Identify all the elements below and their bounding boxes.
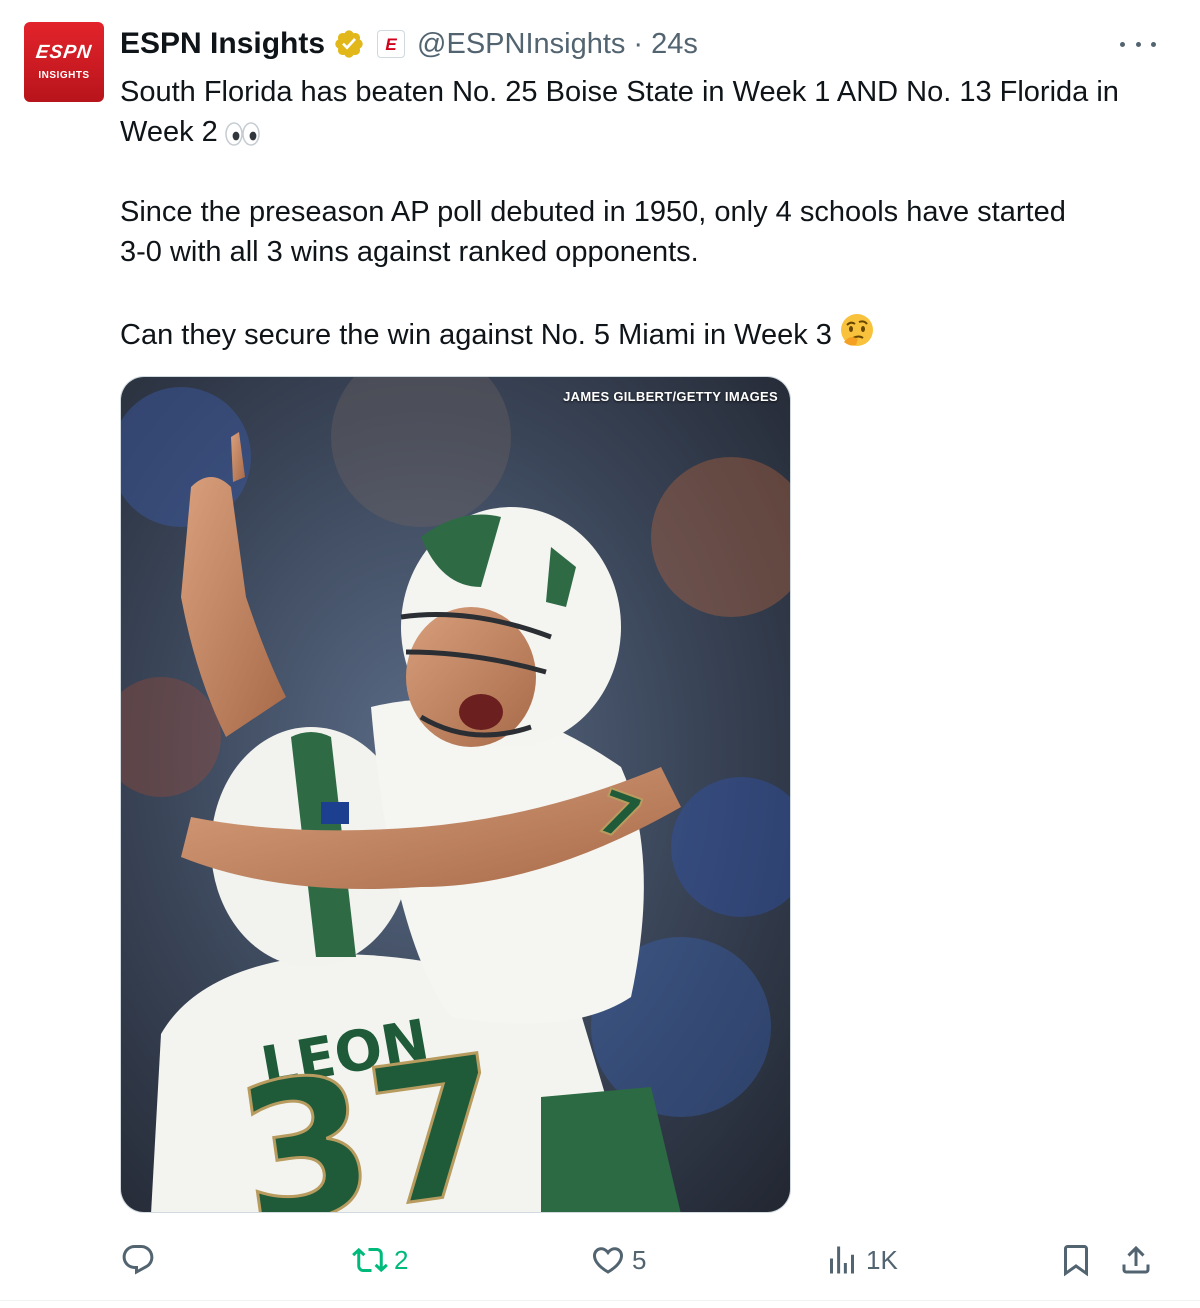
more-options-icon[interactable] <box>1120 34 1156 54</box>
tweet-line: South Florida has beaten No. 25 Boise St… <box>120 76 1119 108</box>
share-icon <box>1122 1245 1150 1274</box>
tweet-line-with-emoji: Week 2 <box>120 112 1170 152</box>
reply-button[interactable] <box>120 1236 162 1284</box>
espn-logo: ESPN <box>34 42 94 63</box>
bookmark-button[interactable] <box>1058 1236 1094 1284</box>
views-chart-icon <box>830 1246 854 1274</box>
retweet-button[interactable]: 2 <box>352 1236 408 1284</box>
tweet-line-with-emoji: Can they secure the win against No. 5 Mi… <box>120 312 1170 355</box>
action-bar: 2 5 1K <box>0 1236 1200 1284</box>
tweet-line: 3-0 with all 3 wins against ranked oppon… <box>120 236 699 268</box>
like-button[interactable]: 5 <box>590 1236 646 1284</box>
views-count: 1K <box>866 1244 898 1275</box>
avatar-subtitle: INSIGHTS <box>38 70 90 81</box>
share-button[interactable] <box>1118 1236 1154 1284</box>
photo-credit: JAMES GILBERT/GETTY IMAGES <box>563 389 778 404</box>
tweet: ESPN INSIGHTS ESPN Insights E @ESPNInsig… <box>0 0 1200 1308</box>
heart-icon <box>592 1247 624 1274</box>
like-count: 5 <box>632 1244 647 1275</box>
affiliate-badge[interactable]: E <box>377 30 406 58</box>
tweet-text: South Florida has beaten No. 25 Boise St… <box>120 72 1170 355</box>
display-name[interactable]: ESPN Insights <box>120 27 325 61</box>
user-handle[interactable]: @ESPNInsights <box>417 28 625 61</box>
avatar[interactable]: ESPN INSIGHTS <box>24 22 104 102</box>
tweet-header: ESPN Insights E @ESPNInsights · 24s <box>120 24 698 64</box>
retweet-count: 2 <box>394 1244 409 1275</box>
tweet-photo[interactable]: 7 LEON 37 JAMES GILBERT/GETTY IMAGES <box>120 376 791 1213</box>
retweet-icon <box>352 1247 388 1273</box>
timestamp[interactable]: 24s <box>651 28 698 61</box>
divider <box>0 1300 1200 1301</box>
bookmark-icon <box>1064 1245 1088 1277</box>
views-button[interactable]: 1K <box>824 1236 898 1284</box>
back-jersey-number: 37 <box>225 1014 518 1213</box>
tweet-line: Since the preseason AP poll debuted in 1… <box>120 196 1066 228</box>
separator: · <box>633 27 644 60</box>
thinking-face-emoji-icon <box>840 314 873 346</box>
verified-badge-icon[interactable] <box>333 28 365 60</box>
eyes-emoji-icon <box>225 122 260 146</box>
football-players-photo: 7 LEON 37 <box>121 377 790 1213</box>
reply-icon <box>122 1245 154 1275</box>
